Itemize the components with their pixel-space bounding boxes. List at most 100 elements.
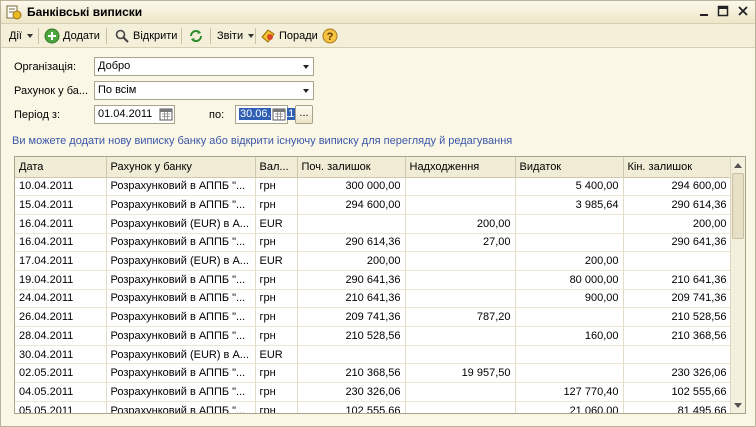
column-header[interactable]: Надходження (405, 157, 516, 178)
chevron-down-icon (26, 34, 33, 38)
table-row[interactable]: 19.04.2011 Розрахунковий в АППБ "... грн 29… (15, 270, 732, 290)
table-cell: 15.04.2011 (15, 195, 107, 215)
column-header[interactable]: Видаток (515, 157, 624, 178)
table-row[interactable]: 02.05.2011 Розрахунковий в АППБ "... грн 21… (15, 363, 732, 384)
close-icon[interactable] (735, 5, 751, 20)
table-cell (515, 214, 624, 234)
add-button[interactable]: Додати (42, 27, 102, 45)
add-icon (44, 28, 60, 44)
open-label: Відкрити (133, 30, 178, 42)
column-header[interactable]: Рахунок у банку (106, 157, 256, 178)
table-row[interactable]: 17.04.2011 Розрахунковий (EUR) в А... EUR 2… (15, 251, 732, 271)
period-from-label: Період з: (14, 109, 61, 121)
table-cell: 10.04.2011 (15, 177, 107, 197)
table-cell: Розрахунковий в АППБ "... (106, 177, 256, 197)
chevron-down-icon[interactable] (298, 82, 313, 99)
account-value: По всім (98, 84, 137, 96)
table-cell: 200,00 (297, 251, 406, 271)
table-cell: 27,00 (405, 233, 516, 253)
table-cell: 19 957,50 (405, 363, 516, 384)
table-cell: грн (255, 233, 298, 253)
chevron-down-icon[interactable] (298, 58, 313, 75)
help-button[interactable]: ? (320, 27, 340, 45)
table-cell: 230 326,06 (623, 363, 732, 384)
column-header[interactable]: Дата (15, 157, 107, 178)
table-cell: Розрахунковий в АППБ "... (106, 363, 256, 384)
table-cell (515, 345, 624, 365)
table-cell: 80 000,00 (515, 270, 624, 290)
organization-select[interactable]: Добро (94, 57, 314, 76)
table-cell: 200,00 (623, 214, 732, 234)
table-cell (515, 233, 624, 253)
table-row[interactable]: 30.04.2011 Розрахунковий (EUR) в А... EUR (15, 345, 732, 365)
actions-label: Дії (9, 30, 22, 42)
actions-menu-button[interactable]: Дії (7, 27, 35, 45)
reports-label: Звіти (217, 30, 244, 42)
table-cell: 102 555,66 (297, 401, 406, 413)
minimize-icon[interactable] (696, 5, 712, 20)
vertical-scrollbar[interactable] (730, 157, 745, 413)
table-cell: 26.04.2011 (15, 307, 107, 327)
column-header[interactable]: Вал... (255, 157, 298, 178)
bank-statements-window: Банківські виписки Дії Додати Відкрити З… (0, 0, 756, 427)
column-header[interactable]: Поч. залишок (297, 157, 406, 178)
scroll-up-icon[interactable] (731, 157, 745, 172)
table-row[interactable]: 10.04.2011 Розрахунковий в АППБ "... грн 30… (15, 177, 732, 197)
table-row[interactable]: 16.04.2011 Розрахунковий в АППБ "... грн 29… (15, 233, 732, 253)
organization-label: Організація: (14, 61, 76, 73)
table-cell: 24.04.2011 (15, 289, 107, 309)
table-cell: грн (255, 289, 298, 309)
table-row[interactable]: 16.04.2011 Розрахунковий (EUR) в А... EUR 2… (15, 214, 732, 234)
maximize-icon[interactable] (715, 5, 731, 20)
tips-button[interactable]: Поради (258, 27, 320, 45)
table-cell: 787,20 (405, 307, 516, 327)
hint-text: Ви можете додати нову виписку банку або … (12, 135, 513, 147)
table-cell (405, 177, 516, 197)
table-cell: 210 368,56 (297, 363, 406, 384)
tips-label: Поради (279, 30, 318, 42)
table-row[interactable]: 24.04.2011 Розрахунковий в АППБ "... грн 21… (15, 289, 732, 309)
table-cell: Розрахунковий в АППБ "... (106, 195, 256, 215)
table-cell: грн (255, 270, 298, 290)
organization-value: Добро (98, 60, 131, 72)
table-cell: 05.05.2011 (15, 401, 107, 413)
table-cell: 127 770,40 (515, 382, 624, 402)
table-cell: грн (255, 401, 298, 413)
account-select[interactable]: По всім (94, 81, 314, 100)
open-button[interactable]: Відкрити (112, 27, 179, 45)
scroll-thumb[interactable] (732, 173, 744, 239)
table-cell (623, 251, 732, 271)
table-cell: 28.04.2011 (15, 326, 107, 346)
column-header[interactable]: Кін. залишок (623, 157, 732, 178)
table-cell: Розрахунковий (EUR) в А... (106, 345, 256, 365)
table-row[interactable]: 04.05.2011 Розрахунковий в АППБ "... грн 23… (15, 382, 732, 402)
period-from-input[interactable]: 01.04.2011 (94, 105, 175, 124)
table-cell: Розрахунковий в АППБ "... (106, 326, 256, 346)
calendar-icon[interactable] (159, 107, 173, 122)
document-money-icon (6, 5, 22, 20)
table-cell: 210 641,36 (623, 270, 732, 290)
table-cell: Розрахунковий в АППБ "... (106, 307, 256, 327)
table-cell: Розрахунковий в АППБ "... (106, 289, 256, 309)
table-cell: 17.04.2011 (15, 251, 107, 271)
table-row[interactable]: 28.04.2011 Розрахунковий в АППБ "... грн 21… (15, 326, 732, 346)
table-row[interactable]: 15.04.2011 Розрахунковий в АППБ "... грн 29… (15, 195, 732, 215)
table-row[interactable]: 26.04.2011 Розрахунковий в АППБ "... грн 20… (15, 307, 732, 327)
table-cell (297, 345, 406, 365)
refresh-button[interactable] (186, 27, 206, 45)
table-cell (297, 214, 406, 234)
table-cell: 200,00 (405, 214, 516, 234)
scroll-down-icon[interactable] (731, 398, 745, 413)
table-header-row: Дата Рахунок у банку Вал... Поч. залишок Над… (15, 157, 732, 178)
table-cell: 294 600,00 (623, 177, 732, 197)
help-icon: ? (322, 28, 338, 44)
table-cell: 16.04.2011 (15, 214, 107, 234)
table-row[interactable]: 05.05.2011 Розрахунковий в АППБ "... грн 10… (15, 401, 732, 413)
table-cell: 210 368,56 (623, 326, 732, 346)
period-select-button[interactable]: ... (295, 105, 313, 124)
table-cell: 209 741,36 (297, 307, 406, 327)
table-cell (405, 270, 516, 290)
reports-menu-button[interactable]: Звіти (215, 27, 256, 45)
table-body: 10.04.2011 Розрахунковий в АППБ "... грн 30… (15, 177, 732, 413)
calendar-icon[interactable] (271, 106, 287, 123)
